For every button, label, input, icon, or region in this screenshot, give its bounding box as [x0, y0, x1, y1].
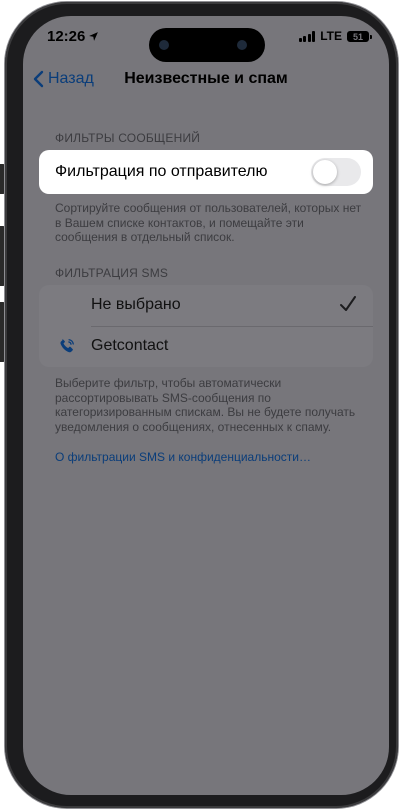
sms-privacy-link[interactable]: О фильтрации SMS и конфиденциальности… — [55, 450, 311, 464]
front-camera-icon — [159, 40, 169, 50]
sender-filter-row[interactable]: Фильтрация по отправителю — [39, 150, 373, 194]
phone-icon — [60, 338, 74, 353]
location-arrow-icon — [89, 32, 99, 41]
toggle-knob — [313, 160, 337, 184]
phone-frame: 12:26 LTE 51 Назад Неизвестные и спам ФИ… — [5, 2, 398, 808]
sms-filtering-footnote: Выберите фильтр, чтобы автоматически рас… — [55, 376, 356, 434]
checkmark-icon — [340, 296, 356, 311]
option-label: Getcontact — [91, 337, 169, 354]
page-title: Неизвестные и спам — [124, 70, 288, 87]
sender-filter-label: Фильтрация по отправителю — [55, 163, 268, 180]
battery-level: 51 — [352, 31, 363, 42]
signal-icon — [298, 30, 316, 42]
sms-filter-option-getcontact[interactable]: Getcontact — [39, 326, 373, 367]
status-bar-indicators: LTE 51 — [298, 29, 372, 43]
dynamic-island — [149, 28, 265, 62]
sms-filter-option-none[interactable]: Не выбрано — [39, 285, 373, 326]
message-filters-header: ФИЛЬТРЫ СООБЩЕНИЙ — [55, 131, 201, 145]
sms-filtering-header: ФИЛЬТРАЦИЯ SMS — [55, 266, 169, 280]
option-label: Не выбрано — [91, 296, 181, 313]
navigation-bar: Назад Неизвестные и спам — [23, 66, 389, 96]
battery-icon: 51 — [347, 30, 372, 42]
time-text: 12:26 — [47, 28, 86, 45]
sms-filter-options: Не выбрано Getcontact — [39, 285, 373, 367]
network-type: LTE — [320, 29, 342, 43]
sender-filter-toggle[interactable] — [311, 158, 361, 186]
phone-screen: 12:26 LTE 51 Назад Неизвестные и спам ФИ… — [23, 16, 389, 795]
status-bar-time: 12:26 — [47, 28, 99, 45]
sensor-icon — [237, 40, 247, 50]
message-filters-footnote: Сортируйте сообщения от пользователей, к… — [55, 201, 362, 244]
